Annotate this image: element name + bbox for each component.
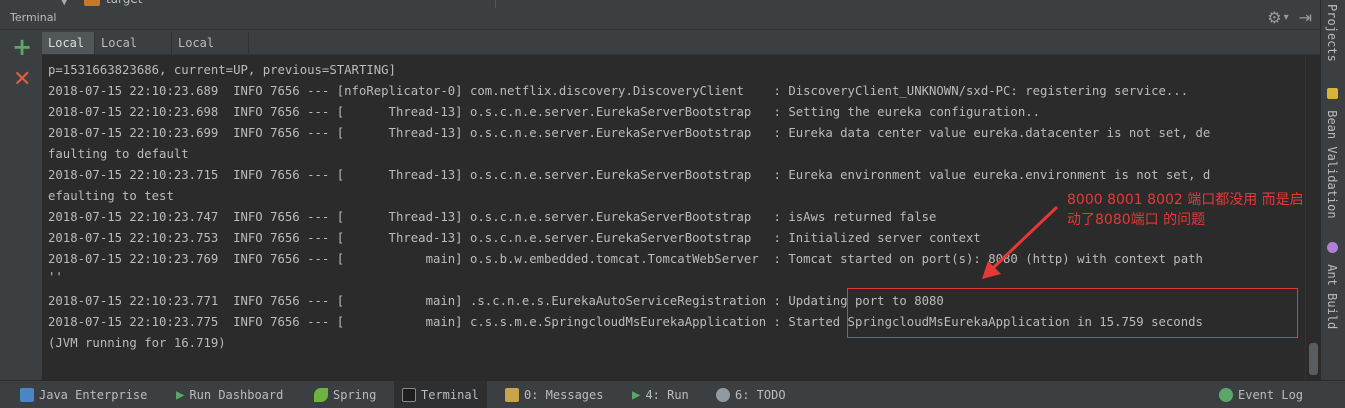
console-line: (JVM running for 16.719)	[48, 336, 226, 350]
console-line: 2018-07-15 22:10:23.771 INFO 7656 --- [ …	[48, 294, 944, 308]
expand-arrow-icon[interactable]: ▼	[60, 0, 68, 7]
annotation-note: 8000 8001 8002 端口都没用 而是启 动了8080端口 的问题	[1067, 190, 1307, 230]
tool-window-title: Terminal	[10, 11, 57, 24]
bean-validation-icon	[1326, 88, 1338, 99]
add-icon[interactable]: +	[12, 34, 32, 60]
run-dashboard-label: Run Dashboard	[189, 387, 284, 402]
console-line: p=1531663823686, current=UP, previous=ST…	[48, 63, 396, 77]
divider	[495, 0, 496, 8]
terminal-left-toolbar: + ✕	[0, 30, 43, 380]
annotation-note-line: 动了8080端口 的问题	[1067, 212, 1206, 228]
tool-terminal[interactable]: Terminal	[394, 381, 487, 408]
run-icon: ▶	[632, 386, 641, 403]
terminal-scrollbar[interactable]	[1305, 55, 1321, 380]
ant-icon	[1326, 242, 1338, 253]
chevron-down-icon[interactable]: ▾	[1284, 9, 1289, 27]
tool-java-enterprise[interactable]: Java Enterprise	[20, 381, 147, 408]
tool-spring[interactable]: Spring	[314, 381, 376, 408]
project-tree-strip: ▼ target	[0, 0, 1320, 8]
projects-label: Projects	[1325, 4, 1339, 62]
tree-item-target[interactable]: target	[106, 0, 143, 6]
bean-validation-label: Bean Validation	[1325, 110, 1339, 219]
console-line: 2018-07-15 22:10:23.769 INFO 7656 --- [ …	[48, 252, 1203, 266]
tab-local[interactable]: Local	[42, 32, 95, 54]
tool-projects[interactable]: Projects	[1325, 4, 1339, 62]
event-log-icon	[1219, 387, 1233, 402]
ant-build-label: Ant Build	[1325, 264, 1339, 330]
console-line: 2018-07-15 22:10:23.747 INFO 7656 --- [ …	[48, 210, 937, 224]
tool-event-log[interactable]: Event Log	[1219, 381, 1303, 408]
terminal-label: Terminal	[421, 387, 479, 402]
bottom-tool-bar: Java Enterprise ▶ Run Dashboard Spring T…	[0, 380, 1345, 408]
terminal-tabs: Local Local (1) Local (2)	[42, 30, 1320, 72]
tool-ant-build[interactable]: Ant Build	[1325, 242, 1339, 329]
console-line: ''	[48, 270, 63, 284]
tab-local-1[interactable]: Local (1)	[95, 32, 172, 72]
pin-icon[interactable]: ⇥	[1299, 9, 1312, 27]
scrollbar-thumb[interactable]	[1309, 343, 1318, 375]
tool-messages[interactable]: 0: Messages	[505, 381, 603, 408]
run-dashboard-icon: ▶	[176, 386, 185, 403]
todo-label: 6: TODO	[735, 387, 786, 402]
terminal-icon	[402, 387, 416, 402]
java-enterprise-label: Java Enterprise	[39, 387, 148, 402]
messages-label: 0: Messages	[524, 387, 604, 402]
tab-local-2[interactable]: Local (2)	[172, 32, 249, 72]
annotation-highlight-box	[847, 288, 1298, 338]
spring-label: Spring	[333, 387, 377, 402]
spring-icon	[314, 387, 328, 402]
console-line: efaulting to test	[48, 189, 174, 203]
console-line: 2018-07-15 22:10:23.698 INFO 7656 --- [ …	[48, 105, 1041, 119]
right-tool-strip: Projects Bean Validation Ant Build	[1320, 0, 1345, 380]
folder-icon	[84, 0, 100, 6]
annotation-note-line: 8000 8001 8002 端口都没用 而是启	[1067, 192, 1304, 208]
terminal-title-bar: Terminal ⚙ ▾ ⇥	[0, 8, 1320, 30]
run-label: 4: Run	[645, 387, 689, 402]
java-enterprise-icon	[20, 387, 34, 402]
event-log-label: Event Log	[1238, 387, 1304, 402]
tool-run[interactable]: ▶ 4: Run	[632, 381, 689, 408]
close-icon[interactable]: ✕	[13, 68, 31, 92]
console-line: faulting to default	[48, 147, 189, 161]
gear-icon[interactable]: ⚙	[1267, 9, 1281, 27]
tool-run-dashboard[interactable]: ▶ Run Dashboard	[176, 381, 283, 408]
todo-icon	[716, 387, 730, 402]
console-line: 2018-07-15 22:10:23.699 INFO 7656 --- [ …	[48, 126, 1211, 140]
console-line: 2018-07-15 22:10:23.689 INFO 7656 --- [n…	[48, 84, 1189, 98]
console-line: 2018-07-15 22:10:23.753 INFO 7656 --- [ …	[48, 231, 981, 245]
messages-icon	[505, 387, 519, 402]
tool-bean-validation[interactable]: Bean Validation	[1325, 88, 1339, 219]
tool-todo[interactable]: 6: TODO	[716, 381, 786, 408]
console-line: 2018-07-15 22:10:23.715 INFO 7656 --- [ …	[48, 168, 1211, 182]
